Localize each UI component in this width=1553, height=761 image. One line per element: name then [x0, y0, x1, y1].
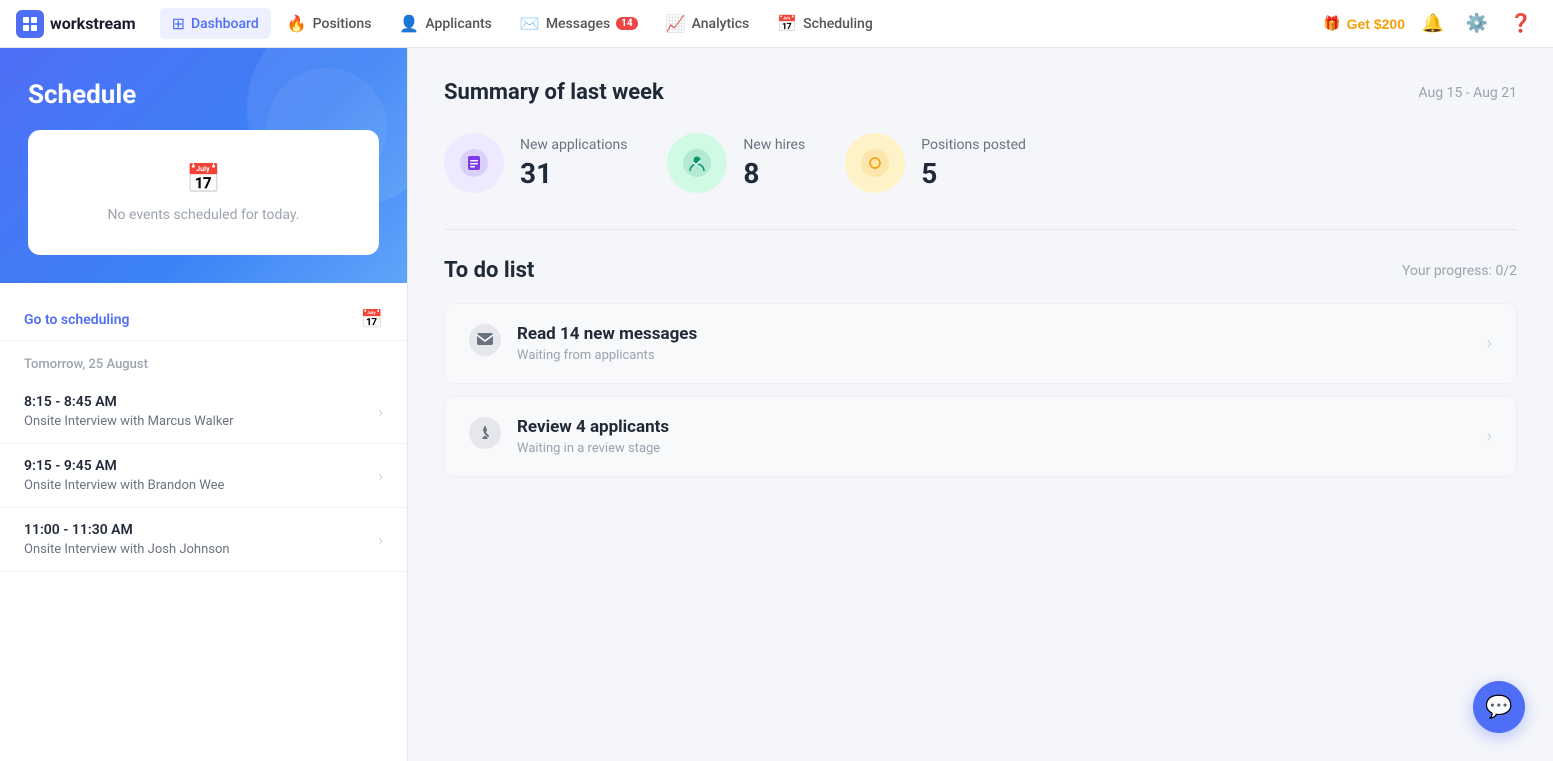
nav-label-dashboard: Dashboard [191, 16, 259, 32]
nav-label-analytics: Analytics [692, 16, 750, 32]
bell-icon: 🔔 [1422, 13, 1444, 34]
go-to-scheduling-link[interactable]: Go to scheduling 📅 [0, 299, 407, 341]
nav-item-applicants[interactable]: 👤 Applicants [387, 8, 503, 39]
todo-header: To do list Your progress: 0/2 [444, 258, 1517, 283]
nav-label-positions: Positions [313, 16, 372, 32]
todo-title: To do list [444, 258, 534, 283]
chat-icon: 💬 [1485, 694, 1512, 720]
stat-hires: New hires 8 [667, 133, 805, 193]
calendar-icon: 📅 [186, 162, 221, 195]
todo-messages-title: Read 14 new messages [517, 324, 1471, 344]
main-layout: Schedule 📅 No events scheduled for today… [0, 48, 1553, 761]
schedule-time-1: 8:15 - 8:45 AM [24, 394, 378, 410]
chevron-right-icon-3: › [378, 530, 383, 549]
positions-icon: 🔥 [287, 14, 307, 33]
hires-value: 8 [743, 157, 805, 190]
applications-value: 31 [520, 157, 627, 190]
todo-applicants-sub: Waiting in a review stage [517, 441, 1471, 456]
dashboard-icon: ⊞ [172, 14, 185, 33]
no-events-card: 📅 No events scheduled for today. [28, 130, 379, 255]
question-icon: ❓ [1510, 13, 1532, 34]
chevron-right-icon-2: › [378, 466, 383, 485]
logo-text: workstream [50, 14, 136, 33]
schedule-item-1[interactable]: 8:15 - 8:45 AM Onsite Interview with Mar… [0, 380, 407, 444]
positions-stat-text: Positions posted 5 [921, 137, 1026, 190]
sidebar: Schedule 📅 No events scheduled for today… [0, 48, 408, 761]
section-divider [444, 229, 1517, 230]
nav-right: 🎁 Get $200 🔔 ⚙️ ❓ [1323, 8, 1537, 40]
sidebar-header: Schedule 📅 No events scheduled for today… [0, 48, 407, 283]
messages-badge: 14 [616, 17, 637, 30]
applications-stat-icon [444, 133, 504, 193]
gift-icon: 🎁 [1323, 15, 1340, 32]
stats-row: New applications 31 New hires 8 [444, 133, 1517, 193]
applicants-icon: 👤 [399, 14, 419, 33]
nav-label-scheduling: Scheduling [803, 16, 873, 32]
todo-messages-content: Read 14 new messages Waiting from applic… [517, 324, 1471, 363]
logo-icon [16, 10, 44, 38]
nav-item-positions[interactable]: 🔥 Positions [275, 8, 384, 39]
todo-applicants-content: Review 4 applicants Waiting in a review … [517, 417, 1471, 456]
schedule-item-content-2: 9:15 - 9:45 AM Onsite Interview with Bra… [24, 458, 378, 493]
positions-value: 5 [921, 157, 1026, 190]
gear-icon: ⚙️ [1466, 13, 1488, 34]
summary-date: Aug 15 - Aug 21 [1418, 85, 1517, 101]
nav-label-messages: Messages [546, 16, 610, 32]
scheduling-icon: 📅 [777, 14, 797, 33]
applications-label: New applications [520, 137, 627, 153]
calendar-link-icon: 📅 [361, 309, 383, 330]
main-content: Summary of last week Aug 15 - Aug 21 New… [408, 48, 1553, 761]
schedule-time-3: 11:00 - 11:30 AM [24, 522, 378, 538]
applicants-todo-icon [469, 417, 501, 456]
todo-applicants-chevron: › [1487, 426, 1492, 447]
summary-title: Summary of last week [444, 80, 664, 105]
todo-applicants-title: Review 4 applicants [517, 417, 1471, 437]
positions-stat-icon [845, 133, 905, 193]
schedule-item-2[interactable]: 9:15 - 9:45 AM Onsite Interview with Bra… [0, 444, 407, 508]
nav-item-dashboard[interactable]: ⊞ Dashboard [160, 8, 271, 39]
messages-icon: ✉️ [520, 14, 540, 33]
schedule-name-1: Onsite Interview with Marcus Walker [24, 414, 378, 429]
chevron-right-icon-1: › [378, 402, 383, 421]
schedule-item-content-3: 11:00 - 11:30 AM Onsite Interview with J… [24, 522, 378, 557]
settings-button[interactable]: ⚙️ [1461, 8, 1493, 40]
stat-positions: Positions posted 5 [845, 133, 1026, 193]
todo-messages-chevron: › [1487, 333, 1492, 354]
help-button[interactable]: ❓ [1505, 8, 1537, 40]
sidebar-title: Schedule [28, 80, 379, 110]
go-to-scheduling-label: Go to scheduling [24, 312, 129, 328]
schedule-time-2: 9:15 - 9:45 AM [24, 458, 378, 474]
navbar: workstream ⊞ Dashboard 🔥 Positions 👤 App… [0, 0, 1553, 48]
todo-progress: Your progress: 0/2 [1402, 263, 1517, 279]
no-events-text: No events scheduled for today. [108, 207, 300, 223]
notifications-button[interactable]: 🔔 [1417, 8, 1449, 40]
todo-item-messages[interactable]: Read 14 new messages Waiting from applic… [444, 303, 1517, 384]
schedule-name-3: Onsite Interview with Josh Johnson [24, 542, 378, 557]
hires-label: New hires [743, 137, 805, 153]
todo-messages-sub: Waiting from applicants [517, 348, 1471, 363]
nav-items: ⊞ Dashboard 🔥 Positions 👤 Applicants ✉️ … [160, 8, 1324, 39]
applications-stat-text: New applications 31 [520, 137, 627, 190]
stat-applications: New applications 31 [444, 133, 627, 193]
schedule-item-3[interactable]: 11:00 - 11:30 AM Onsite Interview with J… [0, 508, 407, 572]
schedule-name-2: Onsite Interview with Brandon Wee [24, 478, 378, 493]
day-label: Tomorrow, 25 August [0, 341, 407, 380]
chat-fab-button[interactable]: 💬 [1473, 681, 1525, 733]
hires-stat-text: New hires 8 [743, 137, 805, 190]
sidebar-body: Go to scheduling 📅 Tomorrow, 25 August 8… [0, 283, 407, 761]
analytics-icon: 📈 [666, 14, 686, 33]
positions-label: Positions posted [921, 137, 1026, 153]
summary-header: Summary of last week Aug 15 - Aug 21 [444, 80, 1517, 105]
hires-stat-icon [667, 133, 727, 193]
app-logo[interactable]: workstream [16, 10, 136, 38]
nav-item-messages[interactable]: ✉️ Messages 14 [508, 8, 650, 39]
get-money-button[interactable]: 🎁 Get $200 [1323, 15, 1405, 32]
messages-todo-icon [469, 324, 501, 363]
get-money-label: Get $200 [1347, 16, 1405, 32]
todo-item-applicants[interactable]: Review 4 applicants Waiting in a review … [444, 396, 1517, 477]
nav-label-applicants: Applicants [425, 16, 492, 32]
nav-item-scheduling[interactable]: 📅 Scheduling [765, 8, 885, 39]
nav-item-analytics[interactable]: 📈 Analytics [654, 8, 762, 39]
schedule-item-content-1: 8:15 - 8:45 AM Onsite Interview with Mar… [24, 394, 378, 429]
